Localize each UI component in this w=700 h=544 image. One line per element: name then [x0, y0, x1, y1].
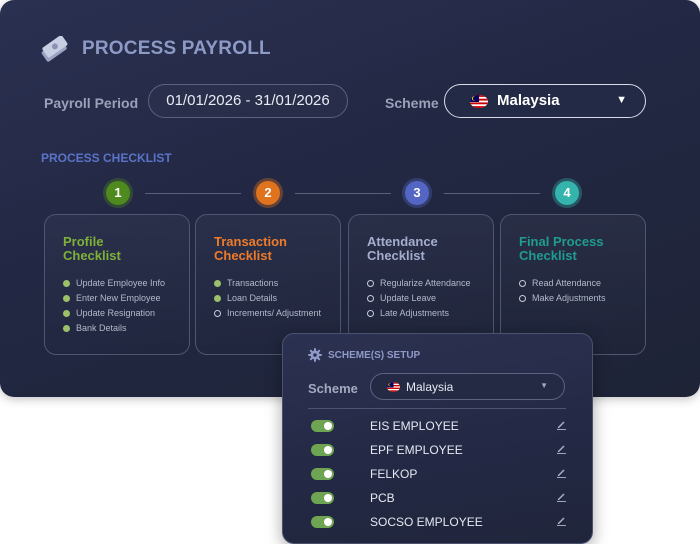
money-icon [40, 36, 70, 64]
scheme-toggle[interactable] [311, 492, 334, 504]
checklist-item[interactable]: Update Employee Info [63, 278, 165, 293]
step-3-badge[interactable]: 3 [405, 181, 429, 205]
scheme-toggle[interactable] [311, 444, 334, 456]
scheme-row-label: PCB [370, 491, 395, 505]
step-1-badge[interactable]: 1 [106, 181, 130, 205]
malaysia-flag-icon [387, 382, 400, 392]
chevron-down-icon: ▼ [540, 381, 548, 390]
schemes-setup-title: SCHEME(S) SETUP [328, 350, 421, 361]
toggle-knob [324, 518, 332, 526]
stepper-connector [145, 193, 241, 194]
scheme-row: EIS EMPLOYEE [311, 419, 571, 443]
checklist-item[interactable]: Regularize Attendance [367, 278, 471, 293]
card-title: Attendance Checklist [367, 234, 438, 263]
toggle-knob [324, 446, 332, 454]
step-2-badge[interactable]: 2 [256, 181, 280, 205]
checklist-item[interactable]: Update Leave [367, 293, 471, 308]
chevron-down-icon: ▼ [616, 94, 627, 106]
scheme-toggle[interactable] [311, 420, 334, 432]
setup-scheme-select[interactable]: Malaysia ▼ [370, 373, 565, 400]
done-dot-icon [63, 295, 70, 302]
done-dot-icon [63, 310, 70, 317]
scheme-row: EPF EMPLOYEE [311, 443, 571, 467]
checklist-item[interactable]: Loan Details [214, 293, 321, 308]
edit-icon[interactable] [556, 419, 567, 430]
setup-scheme-label: Scheme [308, 381, 358, 396]
toggle-knob [324, 494, 332, 502]
scheme-row-label: FELKOP [370, 467, 418, 481]
edit-icon[interactable] [556, 515, 567, 526]
pending-dot-icon [519, 295, 526, 302]
step-4-badge[interactable]: 4 [555, 181, 579, 205]
checklist-item[interactable]: Read Attendance [519, 278, 606, 293]
scheme-row: SOCSO EMPLOYEE [311, 515, 571, 539]
scheme-toggle[interactable] [311, 468, 334, 480]
checklist-item[interactable]: Transactions [214, 278, 321, 293]
checklist-items: Read Attendance Make Adjustments [519, 278, 606, 308]
gear-icon [308, 348, 322, 362]
checklist-items: Regularize Attendance Update Leave Late … [367, 278, 471, 323]
checklist-items: Transactions Loan Details Increments/ Ad… [214, 278, 321, 323]
process-checklist-heading: PROCESS CHECKLIST [41, 151, 172, 165]
scheme-rows: EIS EMPLOYEE EPF EMPLOYEE FELKOP PCB SOC… [311, 419, 571, 539]
edit-icon[interactable] [556, 443, 567, 454]
checklist-item[interactable]: Bank Details [63, 323, 165, 338]
schemes-setup-panel: SCHEME(S) SETUP Scheme Malaysia ▼ EIS EM… [282, 333, 593, 544]
pending-dot-icon [519, 280, 526, 287]
done-dot-icon [214, 280, 221, 287]
scheme-selected-value: Malaysia [497, 92, 560, 109]
checklist-item[interactable]: Update Resignation [63, 308, 165, 323]
scheme-select[interactable]: Malaysia ▼ [444, 84, 646, 118]
setup-scheme-selected-value: Malaysia [406, 380, 454, 394]
done-dot-icon [214, 295, 221, 302]
malaysia-flag-icon [470, 95, 488, 108]
stepper-connector [444, 193, 540, 194]
checklist-item[interactable]: Late Adjustments [367, 308, 471, 323]
scheme-label: Scheme [385, 95, 439, 111]
scheme-row-label: SOCSO EMPLOYEE [370, 515, 483, 529]
checklist-item[interactable]: Make Adjustments [519, 293, 606, 308]
card-title: Profile Checklist [63, 234, 121, 263]
scheme-toggle[interactable] [311, 516, 334, 528]
page-title: PROCESS PAYROLL [82, 38, 271, 59]
stepper-connector [295, 193, 391, 194]
checklist-item[interactable]: Enter New Employee [63, 293, 165, 308]
pending-dot-icon [367, 310, 374, 317]
scheme-row: PCB [311, 491, 571, 515]
checklist-items: Update Employee Info Enter New Employee … [63, 278, 165, 338]
pending-dot-icon [214, 310, 221, 317]
profile-checklist-card[interactable]: Profile Checklist Update Employee Info En… [44, 214, 190, 355]
edit-icon[interactable] [556, 491, 567, 502]
pending-dot-icon [367, 280, 374, 287]
scheme-row-label: EPF EMPLOYEE [370, 443, 463, 457]
card-title: Transaction Checklist [214, 234, 287, 263]
pending-dot-icon [367, 295, 374, 302]
edit-icon[interactable] [556, 467, 567, 478]
payroll-period-label: Payroll Period [44, 95, 139, 111]
divider [308, 408, 566, 409]
scheme-row-label: EIS EMPLOYEE [370, 419, 459, 433]
done-dot-icon [63, 280, 70, 287]
done-dot-icon [63, 325, 70, 332]
toggle-knob [324, 422, 332, 430]
checklist-item[interactable]: Increments/ Adjustment [214, 308, 321, 323]
toggle-knob [324, 470, 332, 478]
scheme-row: FELKOP [311, 467, 571, 491]
card-title: Final Process Checklist [519, 234, 604, 263]
payroll-period-field[interactable]: 01/01/2026 - 31/01/2026 [148, 84, 348, 118]
